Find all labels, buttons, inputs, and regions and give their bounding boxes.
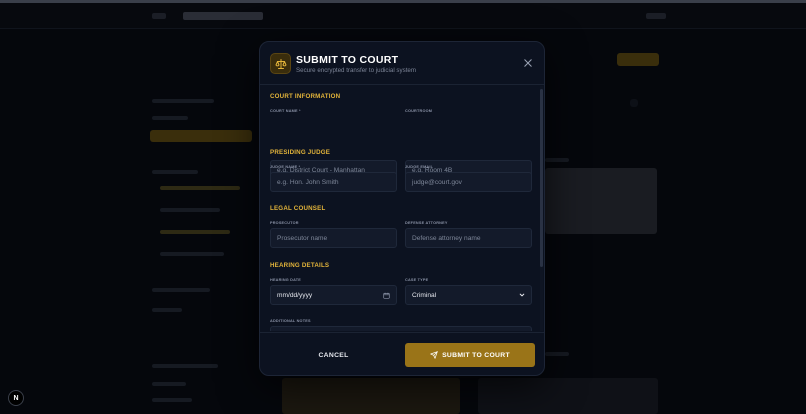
calendar-icon[interactable]: [383, 292, 390, 301]
defense-attorney-input[interactable]: Defense attorney name: [405, 228, 532, 248]
background-text: [152, 99, 214, 103]
judge-name-input[interactable]: e.g. Hon. John Smith: [270, 172, 397, 192]
background-text: [160, 208, 220, 212]
background-text: [160, 230, 230, 234]
background-highlight: [150, 130, 252, 142]
modal-body: COURT INFORMATION COURT NAME * e.g. Dist…: [260, 86, 544, 331]
judge-email-placeholder: judge@court.gov: [412, 178, 462, 186]
defense-attorney-label: DEFENSE ATTORNEY: [405, 221, 448, 225]
judge-name-placeholder: e.g. Hon. John Smith: [277, 178, 339, 186]
case-type-label: CASE TYPE: [405, 278, 429, 282]
send-icon: [430, 351, 438, 359]
section-hearing-details: HEARING DETAILS: [270, 262, 330, 269]
background-image: [282, 378, 460, 414]
modal-title: SUBMIT TO COURT: [296, 54, 399, 66]
background-text: [152, 308, 182, 312]
hearing-date-input[interactable]: mm/dd/yyyy: [270, 285, 397, 305]
case-type-select[interactable]: Criminal: [405, 285, 532, 305]
background-image: [545, 168, 657, 234]
close-icon: [524, 59, 532, 67]
defense-attorney-placeholder: Defense attorney name: [412, 234, 481, 242]
chevron-down-icon: [519, 292, 525, 300]
background-text: [152, 116, 188, 120]
section-legal-counsel: LEGAL COUNSEL: [270, 205, 326, 212]
judge-email-input[interactable]: judge@court.gov: [405, 172, 532, 192]
background-text: [160, 186, 240, 190]
prosecutor-placeholder: Prosecutor name: [277, 234, 328, 242]
dev-tools-badge[interactable]: N: [8, 390, 24, 406]
background-text: [152, 364, 218, 368]
background-text: [545, 352, 569, 356]
background-nav-link: [152, 13, 166, 19]
background-card: [478, 378, 658, 414]
background-icon: [630, 99, 638, 107]
prosecutor-input[interactable]: Prosecutor name: [270, 228, 397, 248]
section-presiding-judge: PRESIDING JUDGE: [270, 149, 331, 156]
court-name-label: COURT NAME *: [270, 109, 301, 113]
courtroom-label: COURTROOM: [405, 109, 433, 113]
modal-scrollbar-thumb[interactable]: [540, 89, 543, 267]
scales-of-justice-icon: [270, 53, 291, 74]
background-text: [152, 288, 210, 292]
background-text: [160, 252, 224, 256]
background-text: [152, 382, 186, 386]
close-button[interactable]: [523, 58, 533, 68]
dev-tools-badge-label: N: [13, 394, 19, 402]
background-button: [617, 53, 659, 66]
background-text: [545, 158, 569, 162]
modal-header: SUBMIT TO COURT Secure encrypted transfe…: [260, 42, 544, 85]
background-navbar: [0, 3, 806, 29]
modal-subtitle: Secure encrypted transfer to judicial sy…: [296, 67, 417, 74]
modal-footer: CANCEL SUBMIT TO COURT: [260, 332, 544, 375]
hearing-date-label: HEARING DATE: [270, 278, 302, 282]
additional-notes-textarea[interactable]: [270, 326, 532, 331]
background-text: [152, 170, 198, 174]
hearing-date-placeholder: mm/dd/yyyy: [277, 291, 313, 299]
judge-name-label: JUDGE NAME *: [270, 165, 301, 169]
cancel-button[interactable]: CANCEL: [270, 343, 397, 367]
judge-email-label: JUDGE EMAIL: [405, 165, 434, 169]
additional-notes-label: ADDITIONAL NOTES: [270, 319, 311, 323]
background-logo: [183, 12, 263, 20]
prosecutor-label: PROSECUTOR: [270, 221, 299, 225]
submit-button-label: SUBMIT TO COURT: [442, 351, 510, 359]
section-court-information: COURT INFORMATION: [270, 93, 341, 100]
background-text: [152, 398, 192, 402]
submit-to-court-button[interactable]: SUBMIT TO COURT: [405, 343, 535, 367]
background-nav-link: [646, 13, 666, 19]
submit-to-court-modal: SUBMIT TO COURT Secure encrypted transfe…: [259, 41, 545, 376]
case-type-value: Criminal: [412, 291, 437, 299]
